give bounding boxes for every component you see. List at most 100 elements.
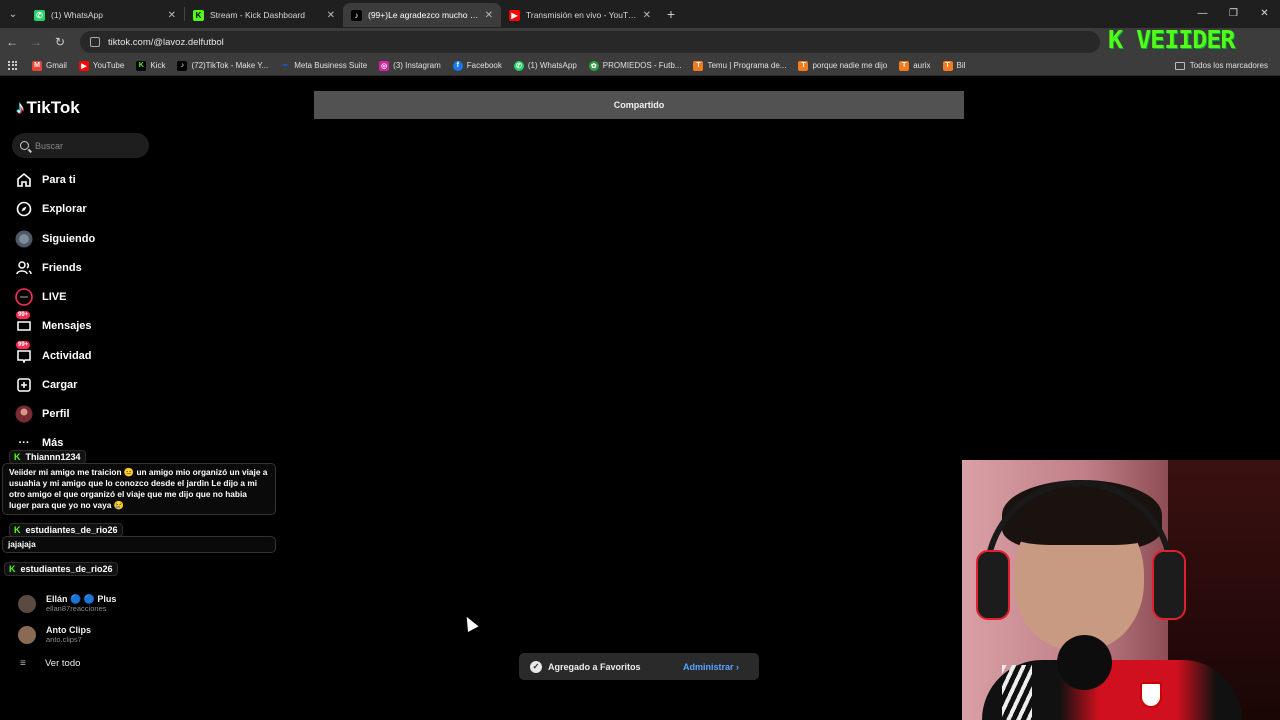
address-bar[interactable]: tiktok.com/@lavoz.delfutbol: [80, 31, 1100, 53]
nav-friends[interactable]: Friends: [15, 257, 82, 279]
all-bookmarks-button[interactable]: Todos los marcadores: [1174, 61, 1268, 70]
following-account[interactable]: Ellán 🔵 🔵 Plus ellan87reacciones: [18, 594, 116, 613]
bookmark-facebook[interactable]: f Facebook: [452, 60, 502, 71]
bookmark-youtube[interactable]: ▶ YouTube: [78, 60, 125, 71]
bookmark-aurix[interactable]: Taurix: [899, 60, 931, 71]
forward-icon[interactable]: →: [24, 35, 48, 49]
nav-label: Friends: [42, 262, 82, 274]
bookmark-label: Bil: [956, 61, 966, 70]
close-icon[interactable]: ✕: [168, 10, 176, 21]
nav-perfil[interactable]: Perfil: [15, 403, 70, 425]
mouse-cursor-icon: [461, 614, 479, 632]
folder-icon: [1174, 61, 1185, 70]
notification-badge: 99+: [16, 341, 31, 349]
nav-live[interactable]: LIVE: [15, 286, 66, 308]
nav-label: LIVE: [42, 291, 67, 303]
temu-icon: T: [798, 60, 809, 71]
bookmark-meta-business[interactable]: ∞ Meta Business Suite: [280, 61, 367, 71]
bookmark-whatsapp[interactable]: ✆ (1) WhatsApp: [513, 60, 577, 71]
nav-explorar[interactable]: Explorar: [15, 198, 87, 220]
bookmark-instagram[interactable]: ◎ (3) Instagram: [379, 60, 441, 71]
search-input[interactable]: Buscar: [12, 133, 149, 158]
minimize-icon[interactable]: —: [1187, 0, 1218, 28]
tab-title: Transmisión en vivo - YouTube: [526, 10, 639, 20]
close-icon[interactable]: ✕: [327, 10, 335, 21]
apps-icon[interactable]: [8, 60, 18, 71]
nav-label: Actividad: [42, 350, 92, 362]
bookmark-label: aurix: [913, 61, 931, 70]
bookmark-label: YouTube: [92, 61, 125, 70]
tab-title: (1) WhatsApp: [51, 10, 103, 20]
maximize-icon[interactable]: ❐: [1218, 0, 1249, 28]
site-info-icon[interactable]: [90, 37, 100, 47]
nav-cargar[interactable]: Cargar: [15, 374, 77, 396]
compass-icon: [15, 200, 33, 218]
webcam-feed: [962, 460, 1280, 720]
close-icon[interactable]: ✕: [643, 10, 651, 21]
messages-icon: 99+: [15, 311, 33, 335]
close-icon[interactable]: ✕: [485, 10, 493, 21]
nav-mensajes[interactable]: 99+ Mensajes: [15, 311, 92, 337]
bookmark-porque-nadie[interactable]: Tporque nadie me dijo: [798, 60, 887, 71]
tab-title: Stream - Kick Dashboard: [210, 10, 305, 20]
close-window-icon[interactable]: ✕: [1249, 0, 1280, 28]
whatsapp-icon: ✆: [34, 9, 45, 21]
bookmark-label: (1) WhatsApp: [527, 61, 577, 70]
chat-message: Veiider mi amigo me traicion 😐 un amigo …: [2, 463, 276, 515]
bookmark-kick[interactable]: K Kick: [136, 60, 166, 71]
kick-icon: K: [136, 60, 147, 71]
see-all-button[interactable]: ≡ Ver todo: [20, 658, 80, 669]
browser-tab-strip: ⌄ ✆ (1) WhatsApp ✕ K Stream - Kick Dashb…: [0, 0, 1280, 28]
all-bookmarks-label: Todos los marcadores: [1189, 61, 1268, 70]
notification-badge: 99+: [16, 311, 31, 319]
kick-icon: K: [14, 525, 21, 535]
bookmark-label: Kick: [150, 61, 166, 70]
reload-icon[interactable]: ↻: [48, 35, 72, 49]
account-handle: ellan87reacciones: [46, 604, 107, 613]
tab-youtube-live[interactable]: ▶ Transmisión en vivo - YouTube ✕: [501, 3, 659, 27]
favorites-toast: ✓ Agregado a Favoritos Administrar ›: [519, 653, 759, 680]
temu-icon: T: [899, 60, 910, 71]
tiktok-logo[interactable]: ♪ TikTok: [16, 98, 80, 118]
nav-label: Perfil: [42, 408, 70, 420]
nav-para-ti[interactable]: Para ti: [15, 169, 76, 191]
back-icon[interactable]: ←: [0, 35, 24, 49]
whatsapp-icon: ✆: [513, 60, 524, 71]
tab-search-icon[interactable]: ⌄: [0, 0, 26, 28]
search-icon: [20, 141, 29, 150]
bookmark-label: Gmail: [46, 61, 67, 70]
browser-toolbar: ← → ↻ tiktok.com/@lavoz.delfutbol: [0, 28, 1280, 56]
manage-favorites-link[interactable]: Administrar ›: [683, 662, 739, 672]
nav-label: Más: [42, 437, 64, 449]
new-tab-button[interactable]: +: [659, 6, 683, 22]
tab-tiktok[interactable]: ♪ (99+)Le agradezco mucho a @ ✕: [343, 3, 501, 27]
tab-kick-dashboard[interactable]: K Stream - Kick Dashboard ✕: [185, 3, 343, 27]
account-handle: anto.clips7: [46, 635, 82, 644]
see-all-label: Ver todo: [45, 658, 81, 669]
bookmark-temu[interactable]: T Temu | Programa de...: [693, 60, 786, 71]
kick-icon: K: [14, 452, 21, 462]
temu-icon: T: [693, 60, 704, 71]
tab-whatsapp[interactable]: ✆ (1) WhatsApp ✕: [26, 3, 184, 27]
bookmark-tiktok[interactable]: ♪ (72)TikTok - Make Y...: [177, 60, 268, 71]
gmail-icon: M: [32, 60, 42, 71]
nav-label: Siguiendo: [42, 233, 96, 245]
nav-label: Cargar: [42, 379, 78, 391]
nav-actividad[interactable]: 99+ Actividad: [15, 341, 92, 367]
url-text: tiktok.com/@lavoz.delfutbol: [108, 36, 224, 48]
nav-siguiendo[interactable]: Siguiendo: [15, 228, 95, 250]
bookmark-bil[interactable]: T Bil: [942, 60, 966, 71]
chat-user-label: estudiantes_de_rio26: [25, 525, 118, 535]
following-account[interactable]: Anto Clips anto.clips7: [18, 625, 91, 644]
toast-action-label: Administrar: [683, 661, 734, 672]
bookmark-gmail[interactable]: M Gmail: [32, 60, 67, 71]
window-controls: — ❐ ✕: [1187, 0, 1280, 28]
promiedos-icon: ✿: [588, 60, 599, 71]
avatar: [18, 594, 36, 613]
live-icon: [15, 288, 33, 306]
friends-icon: [15, 259, 33, 277]
chat-message: jajajaja: [2, 536, 276, 553]
bookmark-promiedos[interactable]: ✿ PROMIEDOS - Futb...: [588, 60, 681, 71]
tiktok-icon: ♪: [177, 60, 188, 71]
club-crest-icon: [1140, 682, 1162, 708]
